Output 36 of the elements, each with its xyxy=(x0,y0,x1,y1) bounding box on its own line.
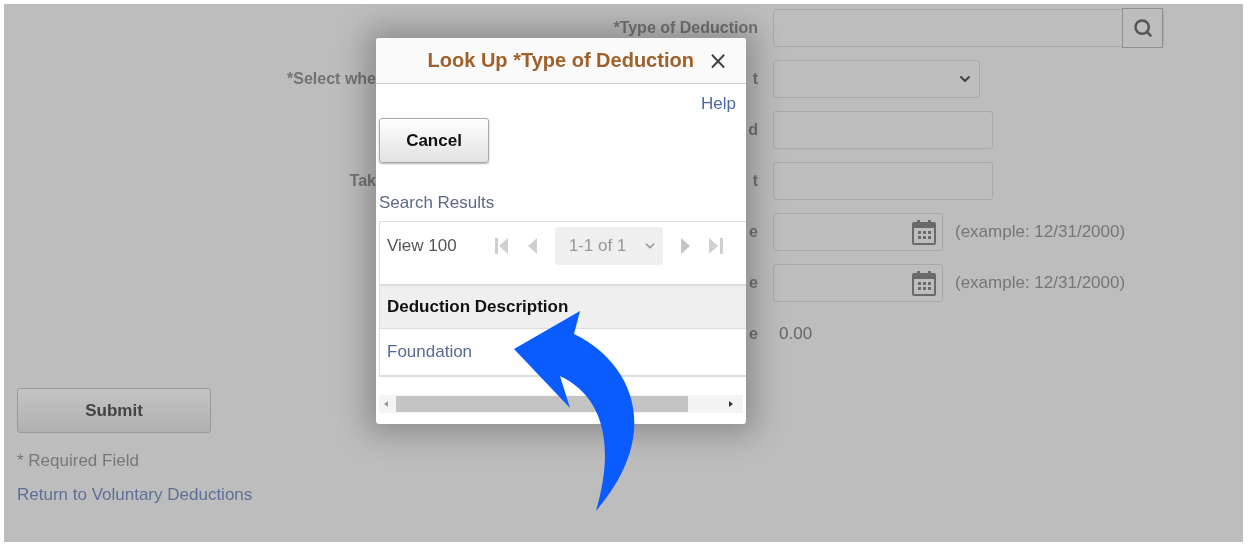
field-label: *Type of Deduction xyxy=(613,19,758,37)
field-label: e xyxy=(749,223,758,241)
field-label: *Select whe xyxy=(287,70,376,88)
dialog-title: Look Up *Type of Deduction xyxy=(427,49,694,72)
input-field[interactable] xyxy=(773,162,993,200)
lookup-button[interactable] xyxy=(1122,8,1163,48)
date-format-hint: (example: 12/31/2000) xyxy=(955,273,1126,293)
field-label: t xyxy=(752,70,758,88)
last-page-icon[interactable] xyxy=(708,237,723,255)
close-button[interactable]: × xyxy=(707,48,728,73)
cancel-button[interactable]: Cancel xyxy=(379,118,489,163)
next-page-icon[interactable] xyxy=(680,237,691,255)
first-page-icon[interactable] xyxy=(494,237,509,255)
view-all-link[interactable]: View 100 xyxy=(387,236,457,256)
column-header: Deduction Description xyxy=(380,286,746,329)
help-link[interactable]: Help xyxy=(701,94,736,114)
field-label: d xyxy=(748,121,758,139)
field-label: e xyxy=(749,325,758,343)
results-heading: Search Results xyxy=(379,193,496,213)
input-field[interactable] xyxy=(773,9,1164,47)
date-format-hint: (example: 12/31/2000) xyxy=(955,222,1126,242)
dropdown-field[interactable] xyxy=(773,60,980,98)
field-label: Tak xyxy=(349,172,376,190)
field-label: e xyxy=(749,274,758,292)
submit-button[interactable]: Submit xyxy=(17,388,211,433)
field-value: 0.00 xyxy=(778,324,813,344)
previous-page-icon[interactable] xyxy=(526,237,537,255)
input-field[interactable] xyxy=(773,111,993,149)
field-label: t xyxy=(752,172,758,190)
search-icon xyxy=(1132,18,1153,38)
date-field[interactable] xyxy=(773,264,943,302)
date-field[interactable] xyxy=(773,213,943,251)
calendar-icon[interactable] xyxy=(912,270,936,296)
calendar-icon[interactable] xyxy=(912,219,936,245)
result-link[interactable]: Foundation xyxy=(387,342,473,362)
required-field-note: * Required Field xyxy=(17,451,139,471)
